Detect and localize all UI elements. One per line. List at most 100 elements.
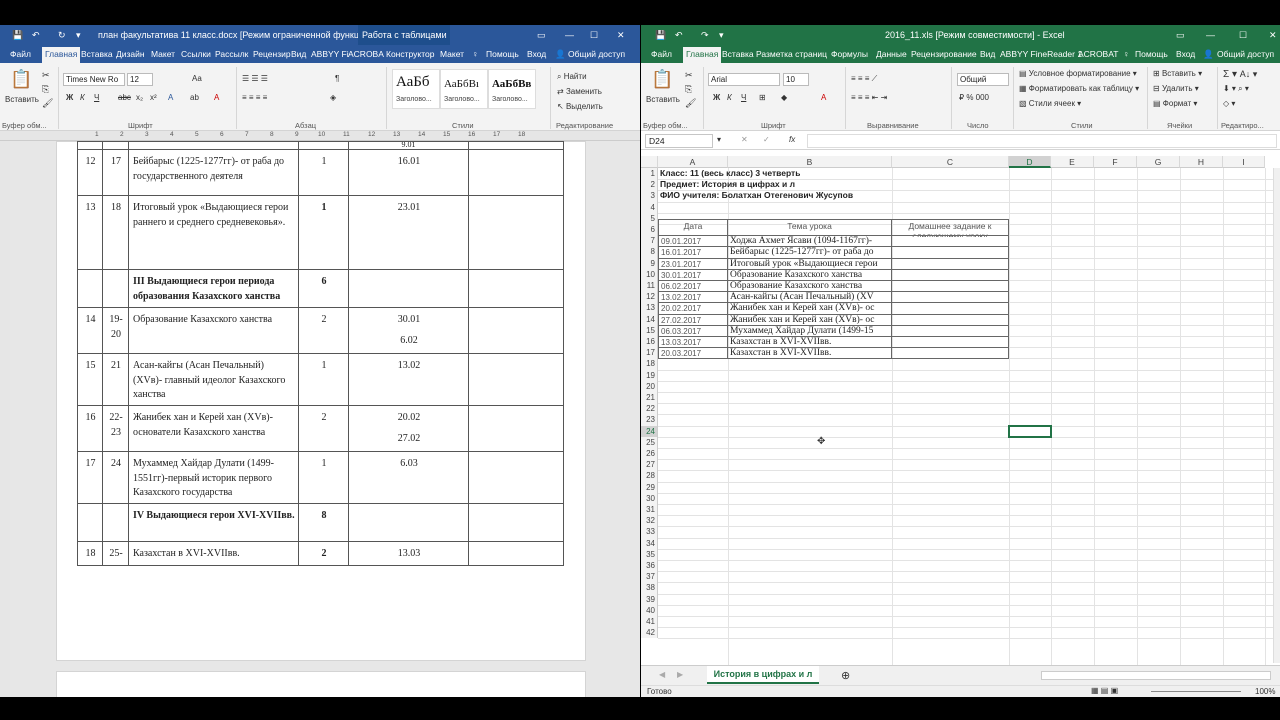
format-painter-icon[interactable]: 🖌 <box>685 97 696 109</box>
ribbon-options-icon[interactable]: ▭ <box>537 25 546 45</box>
bullets-icon[interactable]: ☰ ☰ ☰ <box>242 74 268 83</box>
table-cell[interactable]: 17 <box>77 451 103 504</box>
number-format-combo[interactable]: Общий <box>957 73 1009 86</box>
maximize-icon[interactable]: ☐ <box>1239 25 1247 45</box>
text-effects-icon[interactable]: A <box>168 93 173 102</box>
row-header[interactable]: 11 <box>641 280 658 292</box>
row-header[interactable]: 34 <box>641 537 658 549</box>
date-cell[interactable]: 16.01.2017 <box>658 246 728 259</box>
row-header[interactable]: 27 <box>641 459 658 471</box>
row-header[interactable]: 26 <box>641 448 658 460</box>
excel-tab-acrobat[interactable]: ACROBAT <box>1078 47 1118 63</box>
word-tab-file[interactable]: Файл <box>10 47 31 63</box>
insert-cells-button[interactable]: ⊞ Вставить ▾ <box>1153 69 1202 78</box>
table-cell[interactable] <box>468 451 564 504</box>
table-cell[interactable] <box>468 353 564 406</box>
font-color-icon[interactable]: A <box>821 93 826 102</box>
lesson-plan-table[interactable]: 9.01 12 17 Бейбарыс (1225-1277гг)- от раба… <box>77 141 564 566</box>
column-header[interactable]: D <box>1009 156 1051 168</box>
table-cell[interactable]: Мухаммед Хайдар Дулати (1499-1551гг)-пер… <box>128 451 299 504</box>
clear-icon[interactable]: ◇ ▾ <box>1223 99 1235 108</box>
paste-icon[interactable]: 📋 <box>10 69 32 89</box>
undo-icon[interactable]: ↶ <box>32 25 40 45</box>
redo-icon[interactable]: ↻ <box>58 25 66 45</box>
table-cell[interactable]: 24 <box>102 451 129 504</box>
table-cell[interactable]: Жанибек хан и Керей хан (XVв)- основател… <box>128 405 299 452</box>
fill-icon[interactable]: ⬇ ▾ ⌕ ▾ <box>1223 84 1249 94</box>
excel-font-name-combo[interactable]: Arial <box>708 73 780 86</box>
row-header[interactable]: 15 <box>641 324 658 336</box>
row-header[interactable]: 28 <box>641 470 658 482</box>
excel-login[interactable]: Вход <box>1176 47 1195 63</box>
table-cell[interactable]: 13.03 <box>348 541 469 566</box>
horizontal-ruler[interactable]: 1 2 3 4 5 6 7 8 9 10 11 12 13 14 15 16 1… <box>0 131 640 141</box>
row-header[interactable]: 2 <box>641 179 658 191</box>
pilcrow-icon[interactable]: ¶ <box>335 74 339 83</box>
document-page-2[interactable] <box>56 671 586 697</box>
row-header[interactable]: 36 <box>641 560 658 572</box>
select-all-corner[interactable] <box>641 156 658 168</box>
table-cell[interactable] <box>468 503 564 542</box>
word-tab-layout[interactable]: Макет <box>151 47 175 63</box>
close-icon[interactable]: ✕ <box>1269 25 1277 45</box>
share-icon[interactable]: 👤 <box>1203 47 1214 63</box>
table-cell[interactable]: 6.03 <box>348 451 469 504</box>
cut-icon[interactable]: ✂ <box>685 69 693 81</box>
font-name-combo[interactable]: Times New Ro <box>63 73 125 86</box>
close-icon[interactable]: ✕ <box>617 25 625 45</box>
superscript-icon[interactable]: x² <box>150 93 157 102</box>
format-cells-button[interactable]: ▤ Формат ▾ <box>1153 99 1197 108</box>
row-header[interactable]: 5 <box>641 212 658 224</box>
row-header[interactable]: 7 <box>641 235 658 247</box>
excel-tab-view[interactable]: Вид <box>980 47 995 63</box>
table-cell[interactable]: 1 <box>298 353 349 406</box>
table-cell[interactable]: 16.01 <box>348 149 469 196</box>
table-cell[interactable]: 2 <box>298 405 349 452</box>
table-cell[interactable] <box>77 269 103 308</box>
maximize-icon[interactable]: ☐ <box>590 25 598 45</box>
vertical-scrollbar[interactable] <box>1273 168 1280 663</box>
format-as-table-button[interactable]: ▦ Форматировать как таблицу ▾ <box>1019 84 1139 93</box>
word-tab-mailings[interactable]: Рассылк <box>215 47 248 63</box>
homework-cell[interactable] <box>892 246 1009 259</box>
excel-tab-abbyy[interactable]: ABBYY FineReader 1 <box>1000 47 1082 63</box>
word-tab-home[interactable]: Главная <box>42 47 81 63</box>
row-header[interactable]: 39 <box>641 593 658 605</box>
row-header[interactable]: 9 <box>641 257 658 269</box>
table-cell[interactable] <box>468 307 564 354</box>
vertical-ruler[interactable] <box>0 141 10 697</box>
horizontal-scrollbar[interactable] <box>1041 671 1271 680</box>
word-tab-acrobat[interactable]: ACROBA <box>348 47 384 63</box>
row-header[interactable]: 18 <box>641 358 658 370</box>
excel-help[interactable]: Помощь <box>1135 47 1168 63</box>
word-tab-table-design[interactable]: Конструктор <box>386 47 434 63</box>
topic-cell[interactable]: Итоговый урок «Выдающиеся герои <box>728 257 892 270</box>
minimize-icon[interactable]: — <box>1206 25 1215 45</box>
topic-cell[interactable]: Ходжа Ахмет Ясави (1094-1167гг)- <box>728 235 892 247</box>
word-tab-abbyy[interactable]: ABBYY Fi <box>311 47 349 63</box>
homework-cell[interactable] <box>892 347 1009 359</box>
table-cell[interactable] <box>77 503 103 542</box>
vertical-align-icons[interactable]: ≡ ≡ ≡ ⟋ <box>851 74 877 84</box>
horizontal-align-icons[interactable]: ≡ ≡ ≡ ⇤ ⇥ <box>851 93 887 102</box>
paste-label[interactable]: Вставить <box>646 95 680 104</box>
shading-icon[interactable]: ◈ <box>330 93 336 102</box>
underline-icon[interactable]: Ч <box>741 93 746 102</box>
table-cell[interactable]: 17 <box>102 149 129 196</box>
word-help[interactable]: Помощь <box>486 47 519 63</box>
table-cell[interactable]: 12 <box>77 149 103 196</box>
paste-label[interactable]: Вставить <box>5 95 39 104</box>
share-icon[interactable]: 👤 <box>555 47 566 63</box>
row-header[interactable]: 21 <box>641 392 658 404</box>
homework-cell[interactable] <box>892 291 1009 303</box>
underline-icon[interactable]: Ч <box>94 93 99 102</box>
table-cell[interactable] <box>468 195 564 270</box>
table-cell[interactable]: 30.01 6.02 <box>348 307 469 354</box>
row-header[interactable]: 24 <box>641 425 658 437</box>
table-cell[interactable]: 2 <box>298 307 349 354</box>
row-header[interactable]: 3 <box>641 190 658 202</box>
homework-cell[interactable] <box>892 324 1009 337</box>
table-cell[interactable]: 6 <box>298 269 349 308</box>
active-cell[interactable] <box>1008 424 1052 438</box>
autosum-icon[interactable]: Σ ▾ A↓ ▾ <box>1223 69 1257 80</box>
